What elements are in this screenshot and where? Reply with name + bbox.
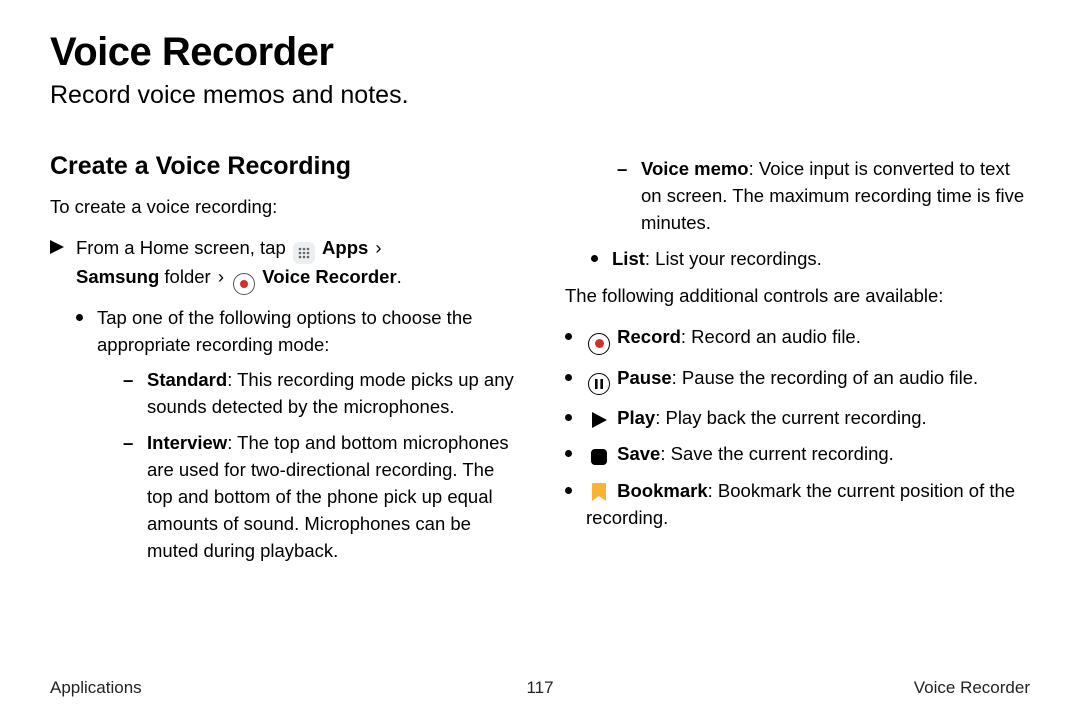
chevron-right-icon: › bbox=[375, 237, 381, 258]
pause-label: Pause bbox=[617, 367, 672, 388]
list-item: – Interview: The top and bottom micropho… bbox=[123, 430, 515, 564]
chevron-right-icon: › bbox=[218, 266, 224, 287]
dash-icon: – bbox=[123, 430, 135, 564]
step-text: From a Home screen, tap Apps › Samsung f… bbox=[76, 235, 402, 295]
step-prefix: From a Home screen, tap bbox=[76, 237, 291, 258]
bullet-icon bbox=[565, 450, 572, 457]
list-item: List: List your recordings. bbox=[591, 246, 1030, 273]
play-desc: : Play back the current recording. bbox=[655, 407, 926, 428]
list-item: Save: Save the current recording. bbox=[565, 441, 1030, 468]
apps-label: Apps bbox=[322, 237, 368, 258]
record-icon bbox=[588, 333, 610, 355]
list-item: Bookmark: Bookmark the current position … bbox=[565, 478, 1030, 532]
footer-left: Applications bbox=[50, 678, 142, 698]
bookmark-label: Bookmark bbox=[617, 480, 707, 501]
bullet-icon bbox=[565, 487, 572, 494]
page-title: Voice Recorder bbox=[50, 30, 1030, 75]
pause-icon bbox=[588, 373, 610, 395]
apps-icon bbox=[293, 242, 315, 264]
samsung-folder-label: Samsung bbox=[76, 266, 159, 287]
bullet-icon bbox=[565, 374, 572, 381]
save-label: Save bbox=[617, 443, 660, 464]
bookmark-icon bbox=[588, 481, 610, 503]
list-item: – Standard: This recording mode picks up… bbox=[123, 367, 515, 421]
record-desc: : Record an audio file. bbox=[681, 326, 861, 347]
page-content: Voice Recorder Record voice memos and no… bbox=[0, 0, 1080, 655]
controls-intro: The following additional controls are av… bbox=[565, 283, 1030, 310]
voicememo-label: Voice memo bbox=[641, 158, 749, 179]
voice-recorder-icon bbox=[233, 273, 255, 295]
dash-icon: – bbox=[123, 367, 135, 421]
voice-recorder-label: Voice Recorder bbox=[262, 266, 396, 287]
list-item: – Voice memo: Voice input is converted t… bbox=[617, 156, 1030, 236]
play-label: Play bbox=[617, 407, 655, 428]
page-number: 117 bbox=[526, 678, 553, 698]
folder-word: folder bbox=[159, 266, 210, 287]
bullet-icon bbox=[591, 255, 598, 262]
bullet-icon bbox=[565, 414, 572, 421]
list-item: Tap one of the following options to choo… bbox=[76, 305, 515, 574]
right-column: – Voice memo: Voice input is converted t… bbox=[565, 148, 1030, 584]
intro-text: To create a voice recording: bbox=[50, 194, 515, 221]
list-label: List bbox=[612, 248, 645, 269]
bullet-icon bbox=[565, 333, 572, 340]
pause-desc: : Pause the recording of an audio file. bbox=[672, 367, 978, 388]
save-desc: : Save the current recording. bbox=[660, 443, 893, 464]
section-heading: Create a Voice Recording bbox=[50, 148, 515, 184]
page-subtitle: Record voice memos and notes. bbox=[50, 81, 1030, 110]
list-desc: : List your recordings. bbox=[645, 248, 822, 269]
page-footer: Applications 117 Voice Recorder bbox=[50, 678, 1030, 698]
standard-label: Standard bbox=[147, 369, 227, 390]
left-column: Create a Voice Recording To create a voi… bbox=[50, 148, 515, 584]
record-label: Record bbox=[617, 326, 681, 347]
footer-right: Voice Recorder bbox=[914, 678, 1030, 698]
interview-label: Interview bbox=[147, 432, 227, 453]
list-item: Play: Play back the current recording. bbox=[565, 405, 1030, 432]
play-icon bbox=[588, 409, 610, 431]
play-marker-icon bbox=[50, 235, 64, 295]
mode-prompt: Tap one of the following options to choo… bbox=[97, 307, 472, 355]
list-item: Record: Record an audio file. bbox=[565, 324, 1030, 355]
step-navigation: From a Home screen, tap Apps › Samsung f… bbox=[50, 235, 515, 295]
bullet-icon bbox=[76, 314, 83, 321]
save-icon bbox=[588, 446, 610, 468]
dash-icon: – bbox=[617, 156, 629, 236]
two-column-layout: Create a Voice Recording To create a voi… bbox=[50, 148, 1030, 584]
list-item: Pause: Pause the recording of an audio f… bbox=[565, 365, 1030, 395]
